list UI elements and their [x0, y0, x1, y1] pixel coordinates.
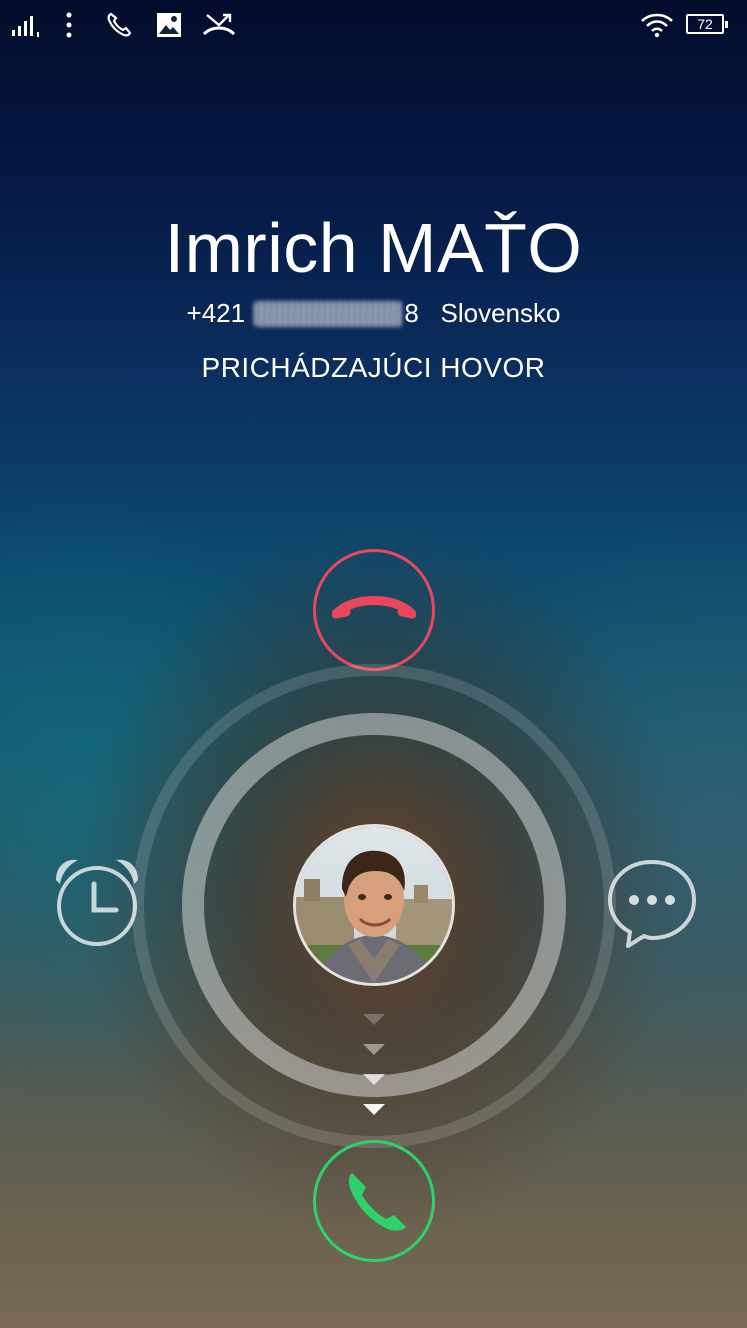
- hang-up-icon: [332, 588, 416, 628]
- avatar[interactable]: [293, 824, 455, 986]
- incoming-call-screen: 72 Imrich MAŤO +421 8 Slovensko PRICHÁDZ…: [0, 0, 747, 1328]
- battery-indicator: 72: [686, 14, 728, 34]
- image-icon: [156, 12, 182, 38]
- signal-icon: [12, 14, 46, 38]
- wifi-icon: [640, 12, 674, 38]
- swipe-hint-arrow: [363, 1044, 385, 1055]
- swipe-hint-arrow: [363, 1074, 385, 1085]
- number-suffix: 8: [404, 298, 419, 328]
- alarm-clock-icon[interactable]: [52, 856, 142, 948]
- swipe-hint-arrow: [363, 1104, 385, 1115]
- phone-answer-icon: [342, 1167, 412, 1237]
- overflow-menu-icon[interactable]: [64, 12, 74, 38]
- swipe-hint-arrow: [363, 1014, 385, 1025]
- status-bar: 72: [0, 0, 747, 52]
- call-status: PRICHÁDZAJÚCI HOVOR: [201, 352, 546, 383]
- number-prefix: +421: [186, 298, 246, 328]
- caller-number: +421 8 Slovensko: [0, 296, 747, 330]
- message-bubble-icon[interactable]: [606, 858, 698, 950]
- answer-button[interactable]: [313, 1140, 435, 1262]
- caller-name: Imrich MAŤO: [164, 209, 583, 287]
- missed-call-icon: [202, 12, 236, 38]
- phone-icon: [106, 12, 132, 38]
- redacted-number: [254, 301, 403, 327]
- caller-region: Slovensko: [440, 298, 561, 328]
- decline-button[interactable]: [313, 549, 435, 671]
